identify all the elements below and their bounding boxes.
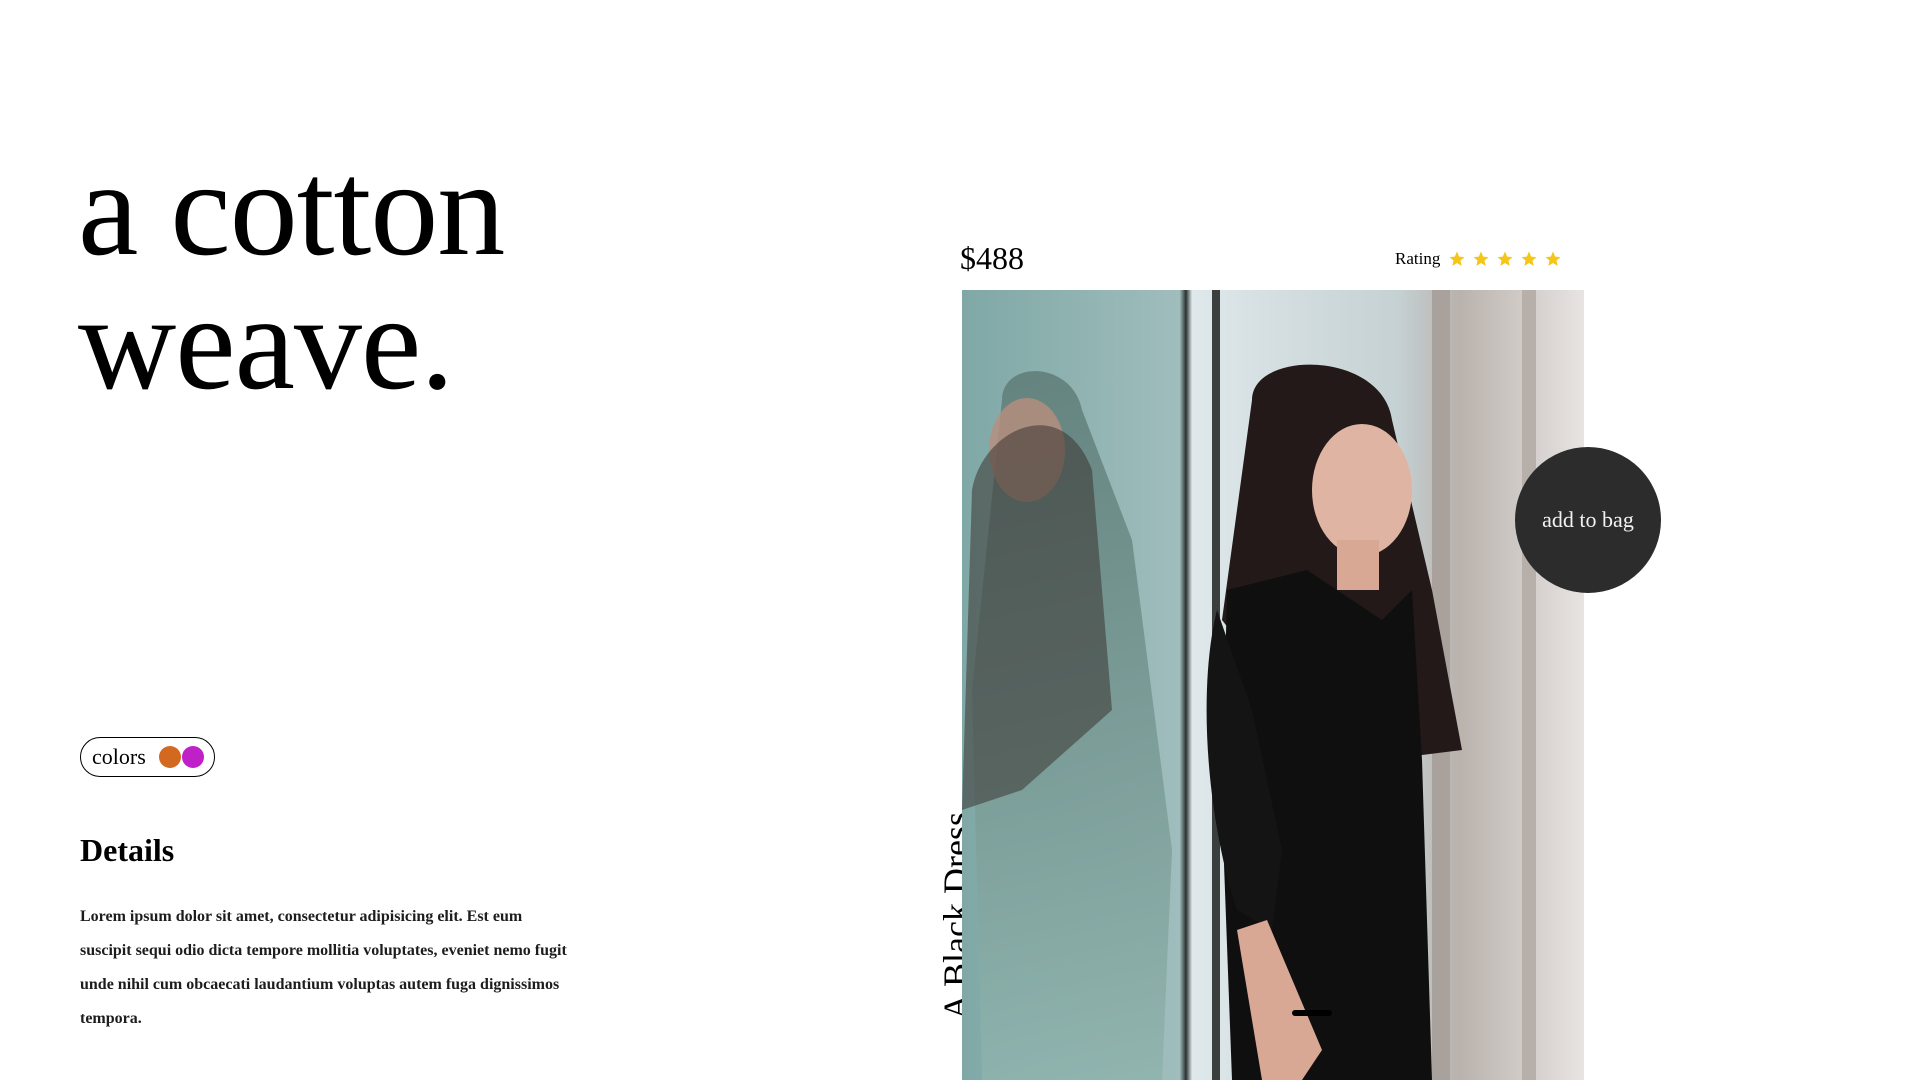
rating-label: Rating (1395, 249, 1441, 268)
product-rating: Rating (1395, 249, 1562, 269)
star-icon (1473, 251, 1489, 266)
star-icon (1497, 251, 1513, 266)
colors-selector: colors (80, 737, 215, 777)
product-photo (962, 290, 1584, 1080)
star-icon (1521, 251, 1537, 266)
rating-stars (1448, 250, 1562, 268)
color-swatch-magenta[interactable] (181, 746, 204, 768)
star-icon (1545, 251, 1561, 266)
color-swatch-orange[interactable] (158, 746, 181, 768)
details-description: Lorem ipsum dolor sit amet, consectetur … (80, 908, 567, 1027)
color-swatches (158, 746, 204, 768)
product-page: a cotton weave. colors Details Lorem ips… (0, 0, 1920, 1080)
headline: a cotton weave. (78, 134, 505, 418)
star-icon (1449, 251, 1465, 266)
headline-line-2: weave. (78, 268, 454, 418)
details-heading: Details (80, 832, 175, 868)
product-price: $488 (960, 240, 1024, 276)
colors-label: colors (92, 744, 146, 769)
add-to-bag-button[interactable]: add to bag (1515, 447, 1661, 593)
headline-line-1: a cotton (78, 134, 505, 284)
